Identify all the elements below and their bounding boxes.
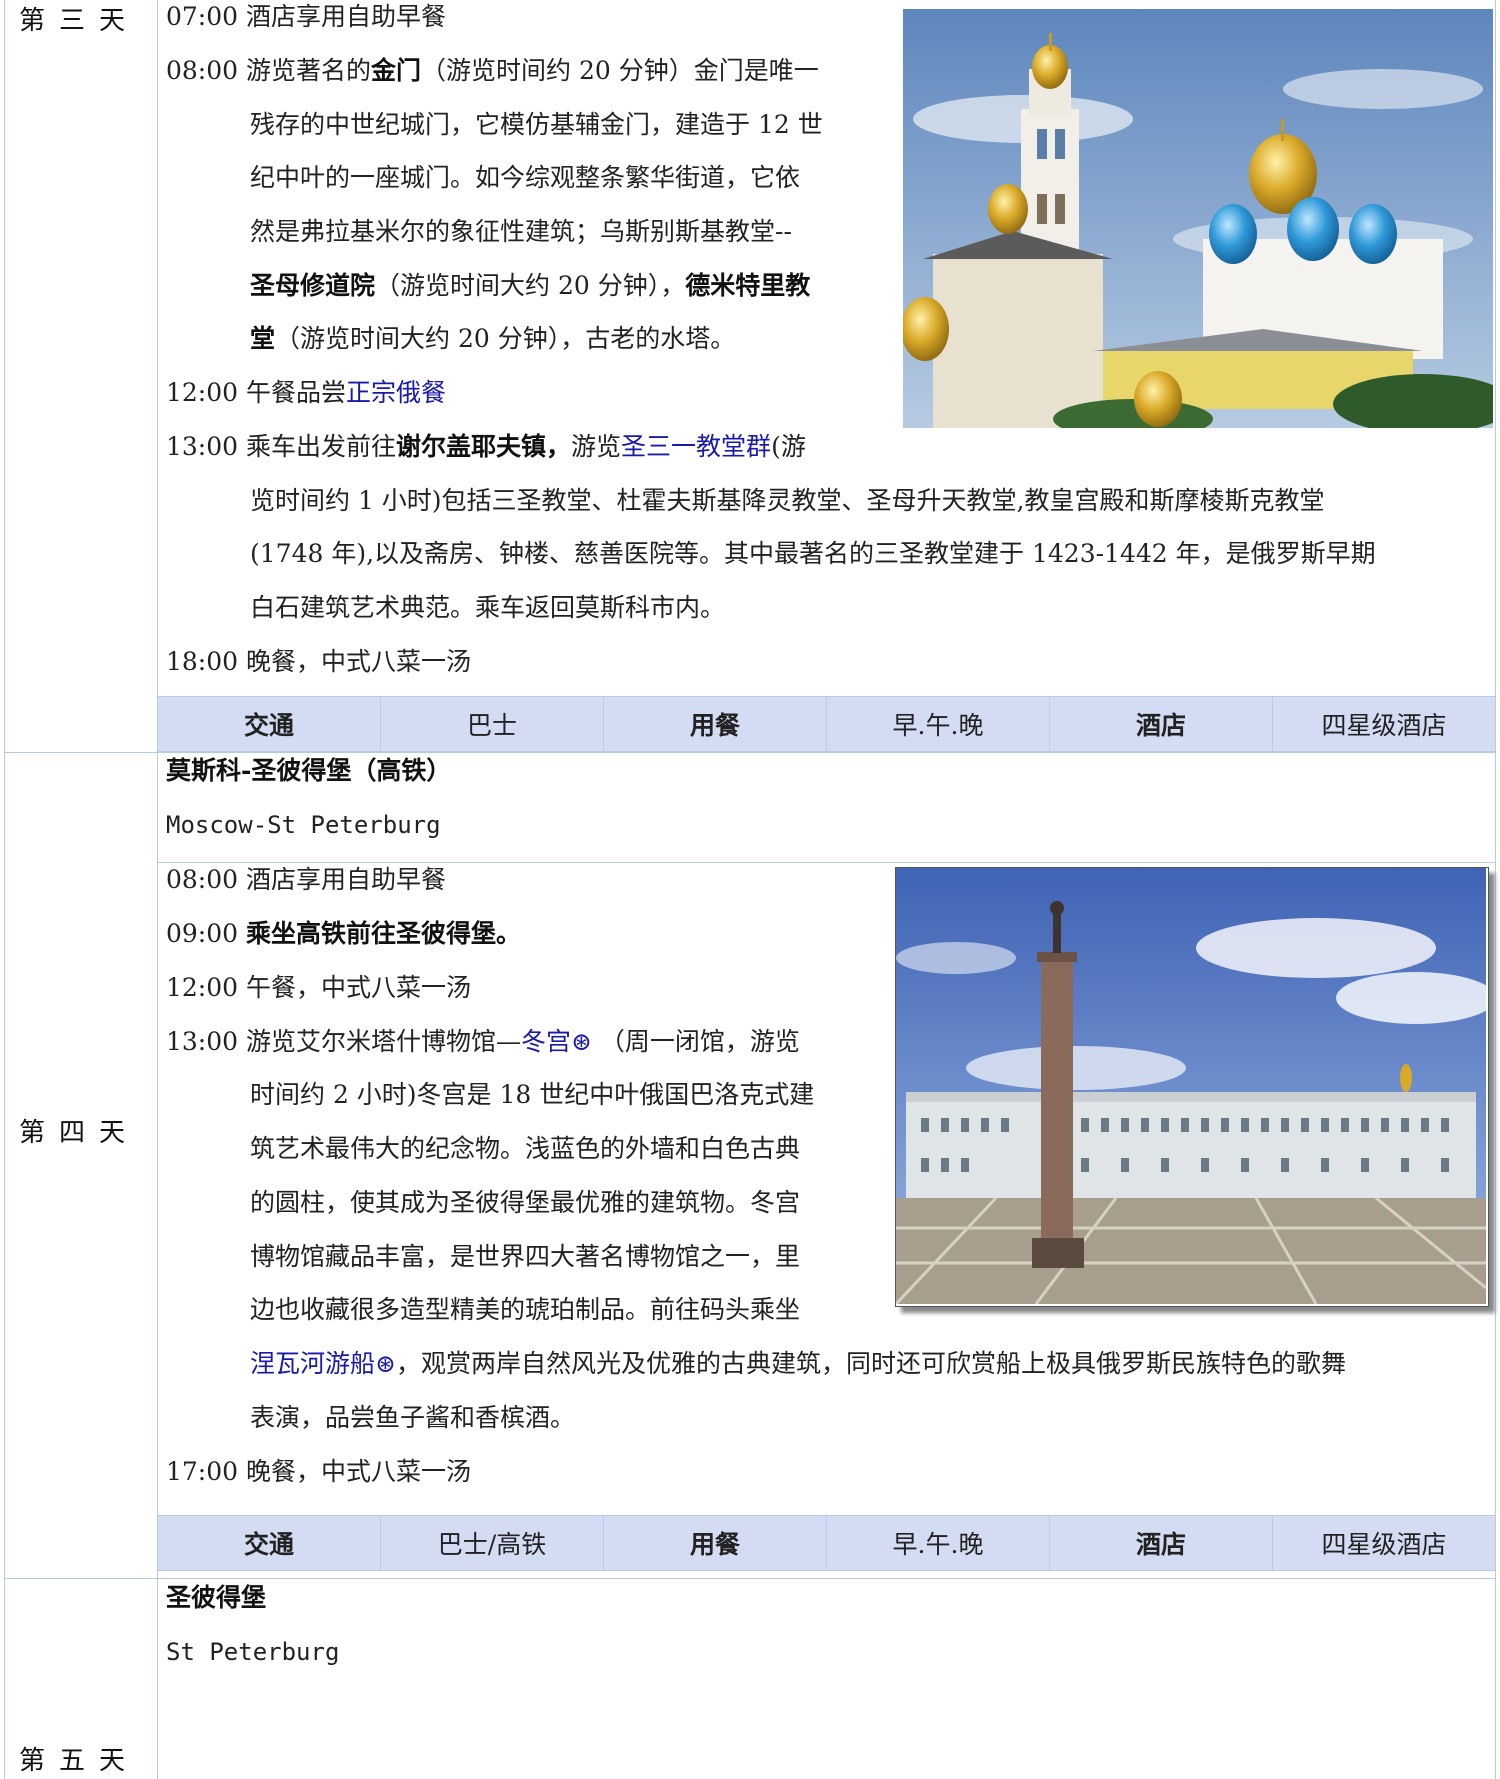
body-text: 游览 xyxy=(571,432,622,461)
day-label-4: 第四天 xyxy=(18,1118,139,1148)
itinerary-line: 的圆柱，使其成为圣彼得堡最优雅的建筑物。冬宫 xyxy=(250,1176,800,1230)
time-stamp: 08:00 xyxy=(166,865,246,894)
time-stamp: 07:00 xyxy=(166,2,246,31)
hotel-value: 四星级酒店 xyxy=(1321,711,1447,740)
highlight-text: 德米特里教 xyxy=(685,271,811,300)
itinerary-page: 第三天 第四天 第五天 07:00 酒店享用自助早餐 08:00 游览著名的金门… xyxy=(0,0,1500,1779)
body-text: (1748 年),以及斋房、钟楼、慈善医院等。其中最著名的三圣教堂建于 1423… xyxy=(250,539,1376,568)
itinerary-line: 筑艺术最伟大的纪念物。浅蓝色的外墙和白色古典 xyxy=(250,1122,800,1176)
itinerary-line: (1748 年),以及斋房、钟楼、慈善医院等。其中最著名的三圣教堂建于 1423… xyxy=(250,527,1376,581)
table-left-border xyxy=(4,0,5,1779)
body-text: 白石建筑艺术典范。乘车返回莫斯科市内。 xyxy=(250,593,726,622)
body-text: 时间约 2 小时)冬宫是 18 世纪中叶俄国巴洛克式建 xyxy=(250,1080,815,1109)
body-text: 午餐，中式八菜一汤 xyxy=(246,973,472,1002)
body-text: 览时间约 1 小时)包括三圣教堂、杜霍夫斯基降灵教堂、圣母升天教堂,教皇宫殿和斯… xyxy=(250,486,1325,515)
transport-value: 巴士/高铁 xyxy=(381,1516,604,1570)
time-stamp: 12:00 xyxy=(166,378,246,407)
time-stamp: 12:00 xyxy=(166,973,246,1002)
body-text: （游览时间大约 20 分钟）， xyxy=(375,271,686,300)
highlight-text: 圣母修道院 xyxy=(250,271,376,300)
highlight-text: 金门 xyxy=(371,56,422,85)
meals-value: 早.午.晚 xyxy=(827,1516,1050,1570)
body-text: 筑艺术最伟大的纪念物。浅蓝色的外墙和白色古典 xyxy=(250,1134,801,1163)
body-text: (游 xyxy=(771,432,806,461)
body-text: （游览时间大约 20 分钟），古老的水塔。 xyxy=(275,324,736,353)
meals-value: 早.午.晚 xyxy=(827,697,1050,751)
day-label-3: 第三天 xyxy=(18,6,139,36)
itinerary-line: 17:00 晚餐，中式八菜一汤 xyxy=(166,1445,471,1499)
itinerary-line: 08:00 酒店享用自助早餐 xyxy=(166,853,446,907)
body-text: 纪中叶的一座城门。如今综观整条繁华街道，它依 xyxy=(250,163,801,192)
body-text: 的圆柱，使其成为圣彼得堡最优雅的建筑物。冬宫 xyxy=(250,1188,801,1217)
day-label-5: 第五天 xyxy=(18,1746,139,1776)
table-day-column-border xyxy=(157,0,158,1779)
body-text: 酒店享用自助早餐 xyxy=(246,865,447,894)
transport-label: 交通 xyxy=(158,697,381,751)
transport-value: 巴士 xyxy=(381,697,604,751)
itinerary-line: 13:00 游览艾尔米塔什博物馆—冬宫⊛ （周一闭馆，游览 xyxy=(166,1015,800,1069)
meals-label: 用餐 xyxy=(604,1516,827,1570)
itinerary-line: 圣母修道院（游览时间大约 20 分钟），德米特里教 xyxy=(250,259,810,313)
hotel-value: 四星级酒店 xyxy=(1321,1530,1447,1559)
meals-label: 用餐 xyxy=(604,697,827,751)
highlight-text: 堂 xyxy=(250,324,276,353)
day4-route-cn: 莫斯科-圣彼得堡（高铁） xyxy=(166,756,452,785)
itinerary-line: 白石建筑艺术典范。乘车返回莫斯科市内。 xyxy=(250,581,725,635)
body-text: 晚餐，中式八菜一汤 xyxy=(246,1457,472,1486)
attraction-link[interactable]: 冬宫⊛ xyxy=(521,1027,592,1056)
body-text: （周一闭馆，游览 xyxy=(591,1027,800,1056)
highlight-text: 乘坐高铁前往圣彼得堡。 xyxy=(246,919,522,948)
highlight-text: 谢尔盖耶夫镇， xyxy=(396,432,572,461)
time-stamp: 17:00 xyxy=(166,1457,246,1486)
time-stamp: 09:00 xyxy=(166,919,246,948)
body-text: 边也收藏很多造型精美的琥珀制品。前往码头乘坐 xyxy=(250,1295,801,1324)
body-text: 博物馆藏品丰富，是世界四大著名博物馆之一，里 xyxy=(250,1242,801,1271)
itinerary-line: 堂（游览时间大约 20 分钟），古老的水塔。 xyxy=(250,312,735,366)
day5-route-cn: 圣彼得堡 xyxy=(166,1583,267,1612)
itinerary-line: 纪中叶的一座城门。如今综观整条繁华街道，它依 xyxy=(250,151,800,205)
body-text: （游览时间约 20 分钟）金门是唯一 xyxy=(421,56,819,85)
itinerary-line: 13:00 乘车出发前往谢尔盖耶夫镇，游览圣三一教堂群(游 xyxy=(166,420,806,474)
attraction-link[interactable]: 圣三一教堂群 xyxy=(621,432,771,461)
winter-palace-photo xyxy=(895,867,1489,1307)
body-text: 游览著名的 xyxy=(246,56,372,85)
body-text: 乘车出发前往 xyxy=(246,432,397,461)
body-text: 晚餐，中式八菜一汤 xyxy=(246,647,472,676)
itinerary-line: 12:00 午餐品尝正宗俄餐 xyxy=(166,366,446,420)
body-text: 表演，品尝鱼子酱和香槟酒。 xyxy=(250,1403,576,1432)
time-stamp: 13:00 xyxy=(166,432,246,461)
itinerary-line: 时间约 2 小时)冬宫是 18 世纪中叶俄国巴洛克式建 xyxy=(250,1068,814,1122)
itinerary-line: 涅瓦河游船⊛，观赏两岸自然风光及优雅的古典建筑，同时还可欣赏船上极具俄罗斯民族特… xyxy=(250,1337,1346,1391)
body-text: 然是弗拉基米尔的象征性建筑；乌斯别斯基教堂-- xyxy=(250,217,792,246)
attraction-link[interactable]: 涅瓦河游船⊛ xyxy=(250,1349,396,1378)
time-stamp: 08:00 xyxy=(166,56,246,85)
time-stamp: 18:00 xyxy=(166,647,246,676)
day4-route-en: Moscow-St Peterburg xyxy=(166,811,441,839)
body-text: 午餐品尝 xyxy=(246,378,347,407)
body-text: 游览艾尔米塔什博物馆— xyxy=(246,1027,522,1056)
itinerary-line: 12:00 午餐，中式八菜一汤 xyxy=(166,961,471,1015)
itinerary-line: 08:00 游览著名的金门（游览时间约 20 分钟）金门是唯一 xyxy=(166,44,819,98)
day5-route-en: St Peterburg xyxy=(166,1638,340,1666)
body-text: 残存的中世纪城门，它模仿基辅金门，建造于 12 世 xyxy=(250,110,823,139)
hotel-label: 酒店 xyxy=(1050,697,1273,751)
day4-info-bar: 交通 巴士/高铁 用餐 早.午.晚 酒店 四星级酒店 xyxy=(158,1515,1495,1571)
body-text: ，观赏两岸自然风光及优雅的古典建筑，同时还可欣赏船上极具俄罗斯民族特色的歌舞 xyxy=(395,1349,1346,1378)
hotel-label: 酒店 xyxy=(1050,1516,1273,1570)
itinerary-line: 09:00 乘坐高铁前往圣彼得堡。 xyxy=(166,907,521,961)
itinerary-line: 博物馆藏品丰富，是世界四大著名博物馆之一，里 xyxy=(250,1230,800,1284)
itinerary-line: 表演，品尝鱼子酱和香槟酒。 xyxy=(250,1391,575,1445)
monastery-photo xyxy=(903,9,1493,428)
itinerary-line: 18:00 晚餐，中式八菜一汤 xyxy=(166,635,471,689)
itinerary-line: 07:00 酒店享用自助早餐 xyxy=(166,0,446,44)
itinerary-line: 残存的中世纪城门，它模仿基辅金门，建造于 12 世 xyxy=(250,98,823,152)
time-stamp: 13:00 xyxy=(166,1027,246,1056)
transport-label: 交通 xyxy=(158,1516,381,1570)
itinerary-line: 边也收藏很多造型精美的琥珀制品。前往码头乘坐 xyxy=(250,1283,800,1337)
itinerary-line: 然是弗拉基米尔的象征性建筑；乌斯别斯基教堂-- xyxy=(250,205,792,259)
body-text: 酒店享用自助早餐 xyxy=(246,2,447,31)
itinerary-line: 览时间约 1 小时)包括三圣教堂、杜霍夫斯基降灵教堂、圣母升天教堂,教皇宫殿和斯… xyxy=(250,474,1325,528)
table-right-border xyxy=(1495,0,1496,1779)
attraction-link[interactable]: 正宗俄餐 xyxy=(346,378,446,407)
